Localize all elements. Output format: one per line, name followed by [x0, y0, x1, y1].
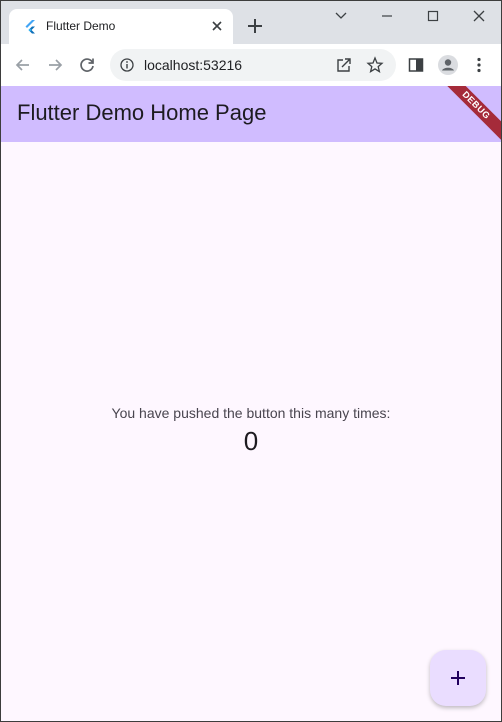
flutter-app: Flutter Demo Home Page DEBUG You have pu…	[1, 86, 501, 721]
reload-icon[interactable]	[77, 55, 97, 75]
arrow-left-icon[interactable]	[13, 55, 33, 75]
flutter-logo-icon	[25, 20, 35, 34]
counter-label: You have pushed the button this many tim…	[111, 405, 391, 421]
browser-toolbar: localhost:53216	[1, 44, 501, 86]
plus-icon[interactable]	[245, 16, 265, 36]
tab-flutter-demo[interactable]: Flutter Demo	[9, 9, 233, 44]
close-icon[interactable]	[209, 18, 225, 34]
plus-icon	[451, 671, 465, 685]
share-icon[interactable]	[335, 56, 353, 74]
url-text: localhost:53216	[144, 57, 243, 73]
profile-icon[interactable]	[437, 54, 459, 76]
close-icon[interactable]	[467, 5, 491, 27]
address-bar[interactable]: localhost:53216	[110, 49, 396, 81]
app-bar: Flutter Demo Home Page	[1, 86, 501, 142]
browser-window: Flutter Demo localhost:53216 Flutter Dem…	[0, 0, 502, 722]
tab-strip: Flutter Demo	[1, 1, 501, 44]
chevron-down-icon[interactable]	[329, 5, 353, 27]
side-panel-icon[interactable]	[406, 55, 426, 75]
page-title: Flutter Demo Home Page	[17, 100, 267, 125]
increment-button[interactable]	[430, 650, 486, 706]
kebab-menu-icon[interactable]	[469, 55, 489, 75]
minimize-icon[interactable]	[375, 5, 399, 27]
counter-value: 0	[243, 426, 259, 456]
maximize-icon[interactable]	[421, 5, 445, 27]
star-icon[interactable]	[366, 56, 384, 74]
info-icon[interactable]	[120, 58, 134, 72]
tab-title: Flutter Demo	[46, 19, 116, 33]
arrow-right-icon[interactable]	[45, 55, 65, 75]
